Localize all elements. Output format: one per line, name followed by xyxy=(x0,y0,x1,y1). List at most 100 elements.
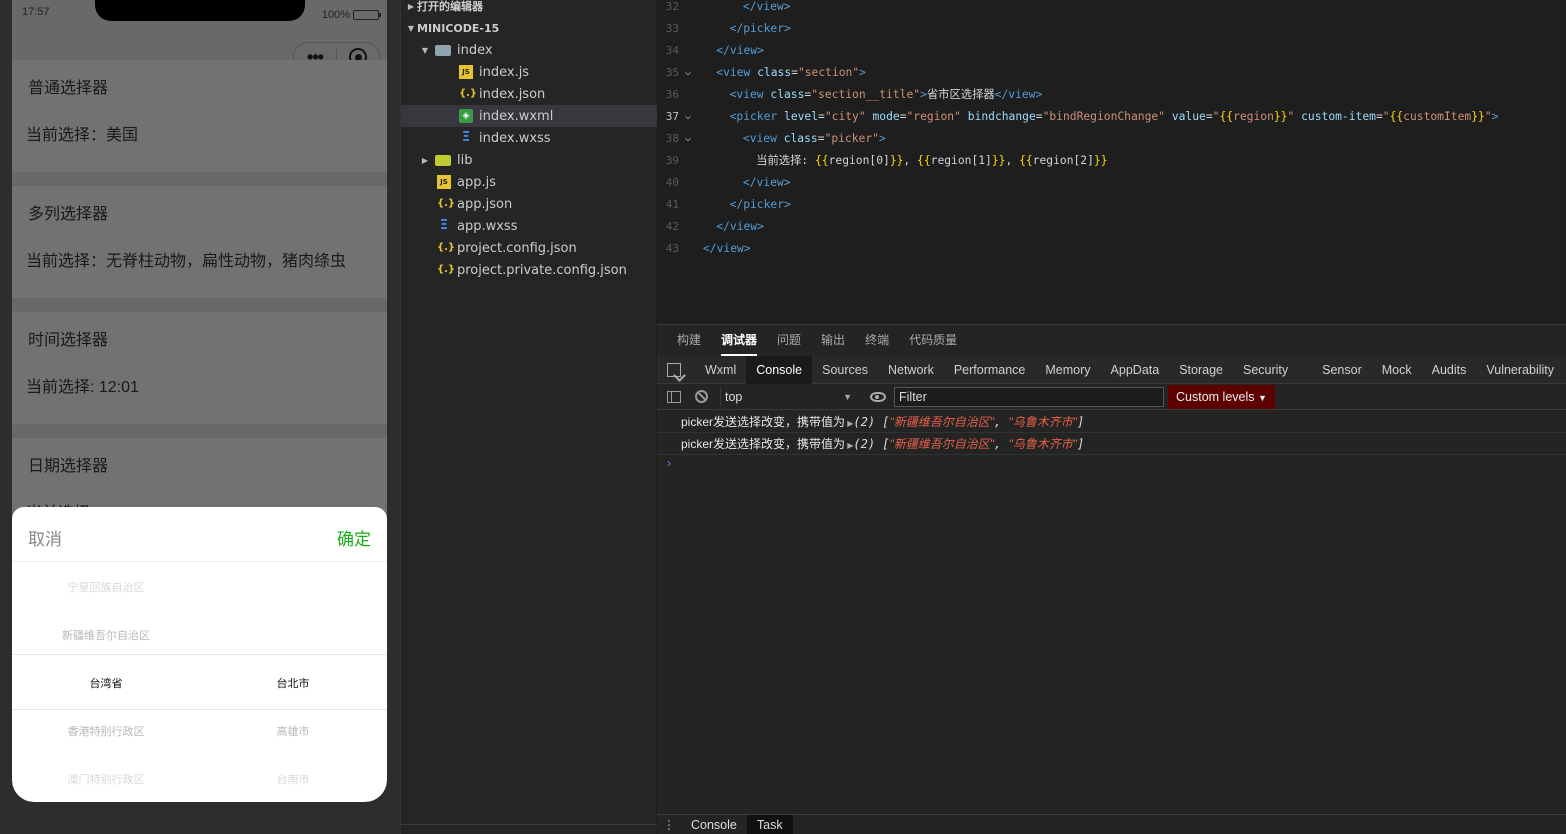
file-tree-item[interactable]: JS index.js xyxy=(401,61,657,83)
drawer-tab[interactable]: Console xyxy=(681,815,747,834)
fold-chevron-icon[interactable]: ⌵ xyxy=(685,128,691,150)
code-line[interactable]: 40 </view> xyxy=(657,172,1566,194)
show-sidebar-icon[interactable] xyxy=(667,390,681,403)
live-expression-eye-icon[interactable] xyxy=(870,391,886,402)
code-token: region[1] xyxy=(930,154,992,167)
code-token: region[0] xyxy=(828,154,890,167)
console-prompt-icon[interactable]: › xyxy=(667,456,671,470)
log-separator: , xyxy=(994,437,1009,451)
console-filter-input[interactable] xyxy=(894,386,1164,407)
devtools-tab[interactable]: Sources xyxy=(812,356,878,384)
devtools-tab[interactable]: Performance xyxy=(944,356,1036,384)
devtools-tab[interactable]: Network xyxy=(878,356,944,384)
file-tree-item[interactable]: ▼ index xyxy=(401,39,657,61)
picker-column-1-option[interactable]: 香港特别行政区 xyxy=(36,723,176,739)
context-selector[interactable]: top ▼ xyxy=(720,386,856,407)
code-token: {{ xyxy=(917,154,931,167)
code-token: , xyxy=(903,154,918,167)
file-tree-item[interactable]: Ξindex.wxss xyxy=(401,127,657,149)
devtools-tab[interactable]: Wxml xyxy=(695,356,746,384)
panel-tab[interactable]: 问题 xyxy=(777,325,801,356)
picker-cancel-button[interactable]: 取消 xyxy=(28,525,62,550)
line-number: 42 xyxy=(665,220,679,233)
panel-tab[interactable]: 构建 xyxy=(677,325,701,356)
section-value[interactable]: 当前选择: 12:01 xyxy=(26,373,139,397)
code-token: = xyxy=(899,110,907,123)
picker-column-2-option[interactable]: 高雄市 xyxy=(223,723,363,739)
json-file-icon: {.} xyxy=(437,242,456,253)
drawer-menu-icon[interactable]: ⋮ xyxy=(657,815,681,834)
picker-column-1-selected[interactable]: 台湾省 xyxy=(36,675,176,691)
devtools-tab[interactable]: Mock xyxy=(1372,356,1422,384)
picker-column-1-option[interactable]: 澳门特别行政区 xyxy=(36,771,176,787)
section-value[interactable]: 当前选择：美国 xyxy=(26,121,138,145)
fold-chevron-icon[interactable]: ⌵ xyxy=(685,62,691,84)
code-line[interactable]: 43 </view> xyxy=(657,238,1566,260)
code-token: > xyxy=(878,132,886,145)
code-line[interactable]: 41 </picker> xyxy=(657,194,1566,216)
code-line[interactable]: 42 </view> xyxy=(657,216,1566,238)
project-header[interactable]: ▼ MINICODE-15 xyxy=(401,17,657,39)
code-token: " xyxy=(1484,110,1492,123)
panel-tab[interactable]: 终端 xyxy=(865,325,889,356)
file-tree-item[interactable]: ◈ index.wxml xyxy=(401,105,657,127)
devtools-tab[interactable]: AppData xyxy=(1101,356,1170,384)
clear-console-icon[interactable] xyxy=(695,390,708,403)
file-tree-item[interactable]: Ξapp.wxss xyxy=(401,215,657,237)
code-token: custom-item xyxy=(1301,110,1376,123)
code-token: 省市区选择器 xyxy=(926,88,995,101)
code-line[interactable]: 34 </view> xyxy=(657,40,1566,62)
log-levels-dropdown[interactable]: Custom levels ▼ xyxy=(1168,384,1275,409)
line-number: 36 xyxy=(665,88,679,101)
code-line[interactable]: 35 ⌵ <view class="section"> xyxy=(657,62,1566,84)
picker-confirm-button[interactable]: 确定 xyxy=(337,525,371,550)
code-token: </picker> xyxy=(729,198,791,211)
code-line[interactable]: 33 </picker> xyxy=(657,18,1566,40)
devtools-tab[interactable]: Console xyxy=(746,355,813,384)
wxss-file-icon: Ξ xyxy=(439,218,449,233)
code-line[interactable]: 39 当前选择: {{region[0]}}, {{region[1]}}, {{… xyxy=(657,150,1566,172)
picker-column-1-option[interactable]: 新疆维吾尔自治区 xyxy=(36,627,176,643)
code-line[interactable]: 36 <view class="section__title">省市区选择器</v… xyxy=(657,84,1566,106)
devtools-tab[interactable]: Vulnerability xyxy=(1476,356,1564,384)
file-tree-item[interactable]: {.} index.json xyxy=(401,83,657,105)
code-line[interactable]: 37 ⌵ <picker level="city" mode="region" bi… xyxy=(657,106,1566,128)
code-editor[interactable]: 32 </view> 33 </picker> 34 </view> 35 ⌵ <view cl… xyxy=(657,0,1566,324)
console-log-entry[interactable]: picker发送选择改变，携带值为 ▶(2) ["新疆维吾尔自治区", "乌鲁木… xyxy=(657,433,1566,455)
picker-column-1-option[interactable]: 宁夏回族自治区 xyxy=(36,579,176,595)
chevron-down-icon: ▼ xyxy=(421,45,429,55)
picker-column-2-option[interactable]: 台南市 xyxy=(223,771,363,787)
divider xyxy=(12,561,387,562)
picker-column-2-selected[interactable]: 台北市 xyxy=(223,675,363,691)
open-editors-header[interactable]: ▶ 打开的编辑器 xyxy=(401,0,657,17)
panel-tab[interactable]: 输出 xyxy=(821,325,845,356)
code-line[interactable]: 32 </view> xyxy=(657,0,1566,18)
devtools-tab[interactable]: Security xyxy=(1233,356,1298,384)
code-token: <view xyxy=(729,88,771,101)
file-tree-item[interactable]: ▶ lib xyxy=(401,149,657,171)
file-tree-item[interactable]: {.} app.json xyxy=(401,193,657,215)
fold-chevron-icon[interactable]: ⌵ xyxy=(685,106,691,128)
log-string-value: "乌鲁木齐市" xyxy=(1008,415,1078,429)
drawer-tab[interactable]: Task xyxy=(746,815,793,834)
file-tree-item[interactable]: {.} project.private.config.json xyxy=(401,259,657,281)
panel-tab[interactable]: 调试器 xyxy=(721,325,758,356)
inspect-element-icon[interactable] xyxy=(667,362,681,377)
panel-tab[interactable]: 代码质量 xyxy=(909,325,957,356)
console-log-entry[interactable]: picker发送选择改变，携带值为 ▶(2) ["新疆维吾尔自治区", "乌鲁木… xyxy=(657,411,1566,433)
outline-section-header[interactable] xyxy=(401,824,657,834)
devtools-tab[interactable]: Storage xyxy=(1169,356,1233,384)
code-text: </view> xyxy=(716,216,764,238)
code-token: "section" xyxy=(797,66,860,79)
devtools-tab[interactable]: Memory xyxy=(1035,356,1100,384)
file-tree-item[interactable]: {.} project.config.json xyxy=(401,237,657,259)
file-tree-item[interactable]: JS app.js xyxy=(401,171,657,193)
devtools-tab[interactable]: Sensor xyxy=(1312,356,1372,384)
code-line[interactable]: 38 ⌵ <view class="picker"> xyxy=(657,128,1566,150)
code-token: }} xyxy=(1471,110,1485,123)
json-file-icon: {.} xyxy=(437,264,456,275)
log-array-close: ] xyxy=(1077,437,1085,451)
section-value[interactable]: 当前选择：无脊柱动物，扁性动物，猪肉绦虫 xyxy=(26,247,346,271)
devtools-tab[interactable]: Audits xyxy=(1422,356,1477,384)
